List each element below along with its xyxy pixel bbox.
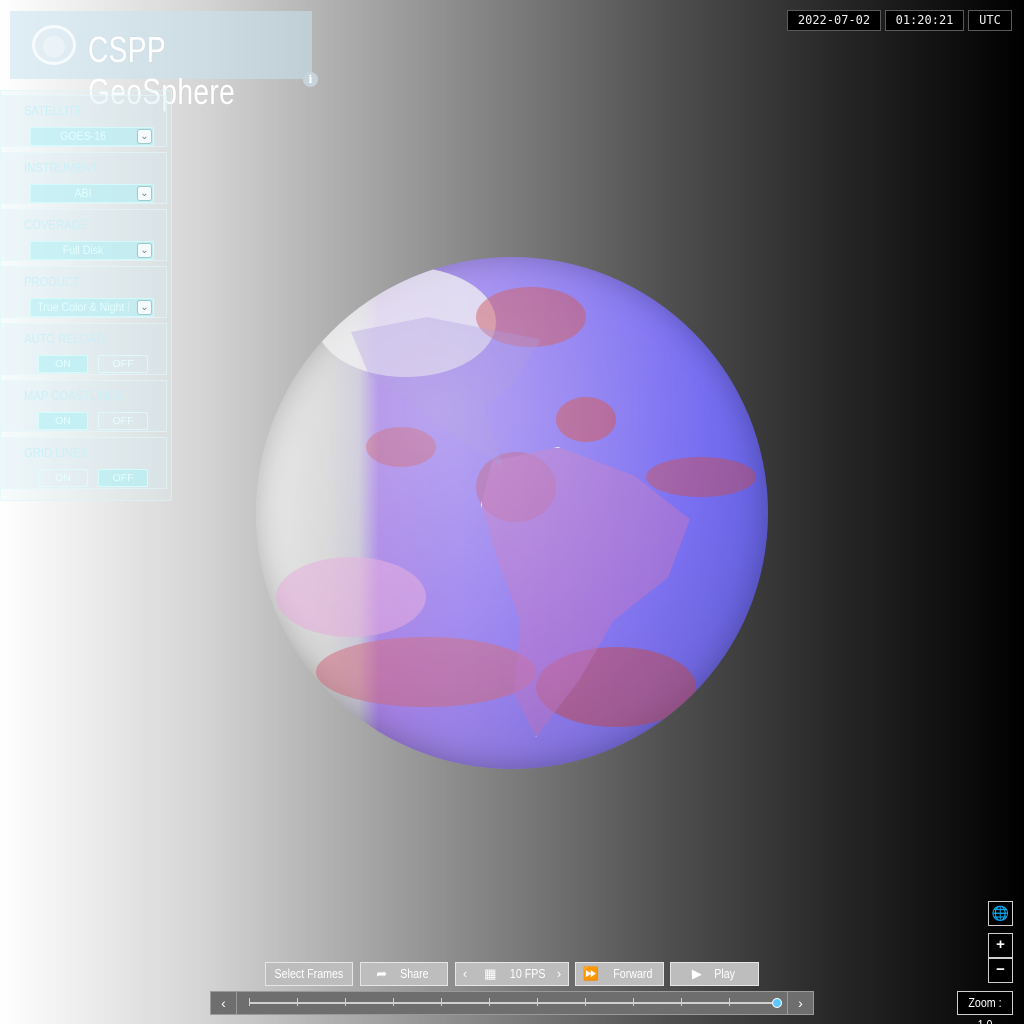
zoom-level-text: Zoom : 1.0	[968, 995, 1002, 1024]
coverage-select[interactable]: Full Disk ⌄	[30, 241, 154, 260]
coverage-value: Full Disk	[62, 243, 104, 257]
zoom-level: Zoom : 1.0	[957, 991, 1013, 1024]
fps-control: ‹ ▦ 10 FPS ›	[455, 962, 569, 986]
timeline-tick	[633, 998, 634, 1006]
product-select[interactable]: True Color & Night IR ⌄	[30, 298, 154, 317]
zoom-in-button[interactable]: +	[988, 933, 1013, 958]
date-display: 2022-07-02	[787, 10, 881, 31]
earth-globe[interactable]	[256, 257, 768, 769]
product-section: PRODUCT True Color & Night IR ⌄	[1, 266, 167, 318]
instrument-select[interactable]: ABI ⌄	[30, 184, 154, 203]
globe-icon: 🌐	[991, 905, 1010, 921]
share-button[interactable]: ➦ Share	[360, 962, 448, 986]
timeline-tick	[249, 998, 250, 1006]
forward-label: Forward	[613, 966, 653, 981]
timeline-tick	[681, 998, 682, 1006]
instrument-value: ABI	[74, 186, 92, 200]
fps-decrease-button[interactable]: ‹	[456, 963, 474, 985]
zoom-out-button[interactable]: −	[988, 958, 1013, 983]
map-coastlines-label: MAP COASTLINES	[24, 389, 123, 403]
clock-display: 01:20:21	[885, 10, 964, 31]
timeline-tick	[585, 998, 586, 1006]
timeline-tick	[393, 998, 394, 1006]
grid-lines-on-button[interactable]: ON	[38, 469, 88, 487]
satellite-label: SATELLITE	[24, 104, 83, 118]
timeline-tick	[729, 998, 730, 1006]
instrument-section: INSTRUMENT ABI ⌄	[1, 152, 167, 204]
satellite-select[interactable]: GOES-16 ⌄	[30, 127, 154, 146]
forward-button[interactable]: ⏩ Forward	[575, 962, 664, 986]
play-label: Play	[714, 966, 735, 981]
share-icon: ➦	[376, 966, 388, 981]
chevron-down-icon: ⌄	[137, 300, 152, 315]
play-icon: ▶	[691, 966, 702, 981]
timezone-toggle[interactable]: UTC	[968, 10, 1012, 31]
app-header: CSPP GeoSphere i	[10, 11, 318, 112]
globe-shading	[256, 257, 768, 769]
chevron-down-icon: ⌄	[137, 129, 152, 144]
auto-reload-on-button[interactable]: ON	[38, 355, 88, 373]
fast-forward-icon: ⏩	[582, 966, 599, 981]
fps-increase-button[interactable]: ›	[550, 963, 568, 985]
coverage-label: COVERAGE	[24, 218, 88, 232]
timeline-next-button[interactable]: ›	[787, 992, 813, 1014]
timeline-handle[interactable]	[772, 998, 782, 1008]
play-button[interactable]: ▶ Play	[670, 962, 759, 986]
auto-reload-off-button[interactable]: OFF	[98, 355, 148, 373]
timeline: ‹ ›	[210, 991, 814, 1015]
grid-lines-off-button[interactable]: OFF	[98, 469, 148, 487]
control-panel: SATELLITE GOES-16 ⌄ INSTRUMENT ABI ⌄ COV…	[0, 90, 172, 501]
timeline-tick	[441, 998, 442, 1006]
map-coastlines-on-button[interactable]: ON	[38, 412, 88, 430]
map-coastlines-section: MAP COASTLINES ON OFF	[1, 380, 167, 432]
map-coastlines-off-button[interactable]: OFF	[98, 412, 148, 430]
select-frames-button[interactable]: Select Frames	[265, 962, 353, 986]
film-icon: ▦	[484, 966, 497, 981]
timeline-tick	[489, 998, 490, 1006]
globe-view-button[interactable]: 🌐	[988, 901, 1013, 926]
auto-reload-section: AUTO RELOAD ON OFF	[1, 323, 167, 375]
timeline-tick	[297, 998, 298, 1006]
logo-icon	[32, 25, 76, 65]
chevron-down-icon: ⌄	[137, 186, 152, 201]
satellite-value: GOES-16	[60, 129, 106, 143]
product-label: PRODUCT	[24, 275, 80, 289]
timeline-track[interactable]	[249, 998, 782, 1008]
fps-label: 10 FPS	[510, 966, 546, 981]
chevron-down-icon: ⌄	[137, 243, 152, 258]
timeline-tick	[537, 998, 538, 1006]
info-icon[interactable]: i	[303, 72, 318, 87]
grid-lines-label: GRID LINES	[24, 446, 88, 460]
satellite-section: SATELLITE GOES-16 ⌄	[1, 95, 167, 147]
coverage-section: COVERAGE Full Disk ⌄	[1, 209, 167, 261]
grid-lines-section: GRID LINES ON OFF	[1, 437, 167, 489]
instrument-label: INSTRUMENT	[24, 161, 98, 175]
timeline-prev-button[interactable]: ‹	[211, 992, 237, 1014]
auto-reload-label: AUTO RELOAD	[24, 332, 105, 346]
timeline-tick	[345, 998, 346, 1006]
share-label: Share	[400, 966, 429, 981]
select-frames-label: Select Frames	[274, 966, 344, 981]
product-value: True Color & Night IR	[37, 300, 129, 314]
